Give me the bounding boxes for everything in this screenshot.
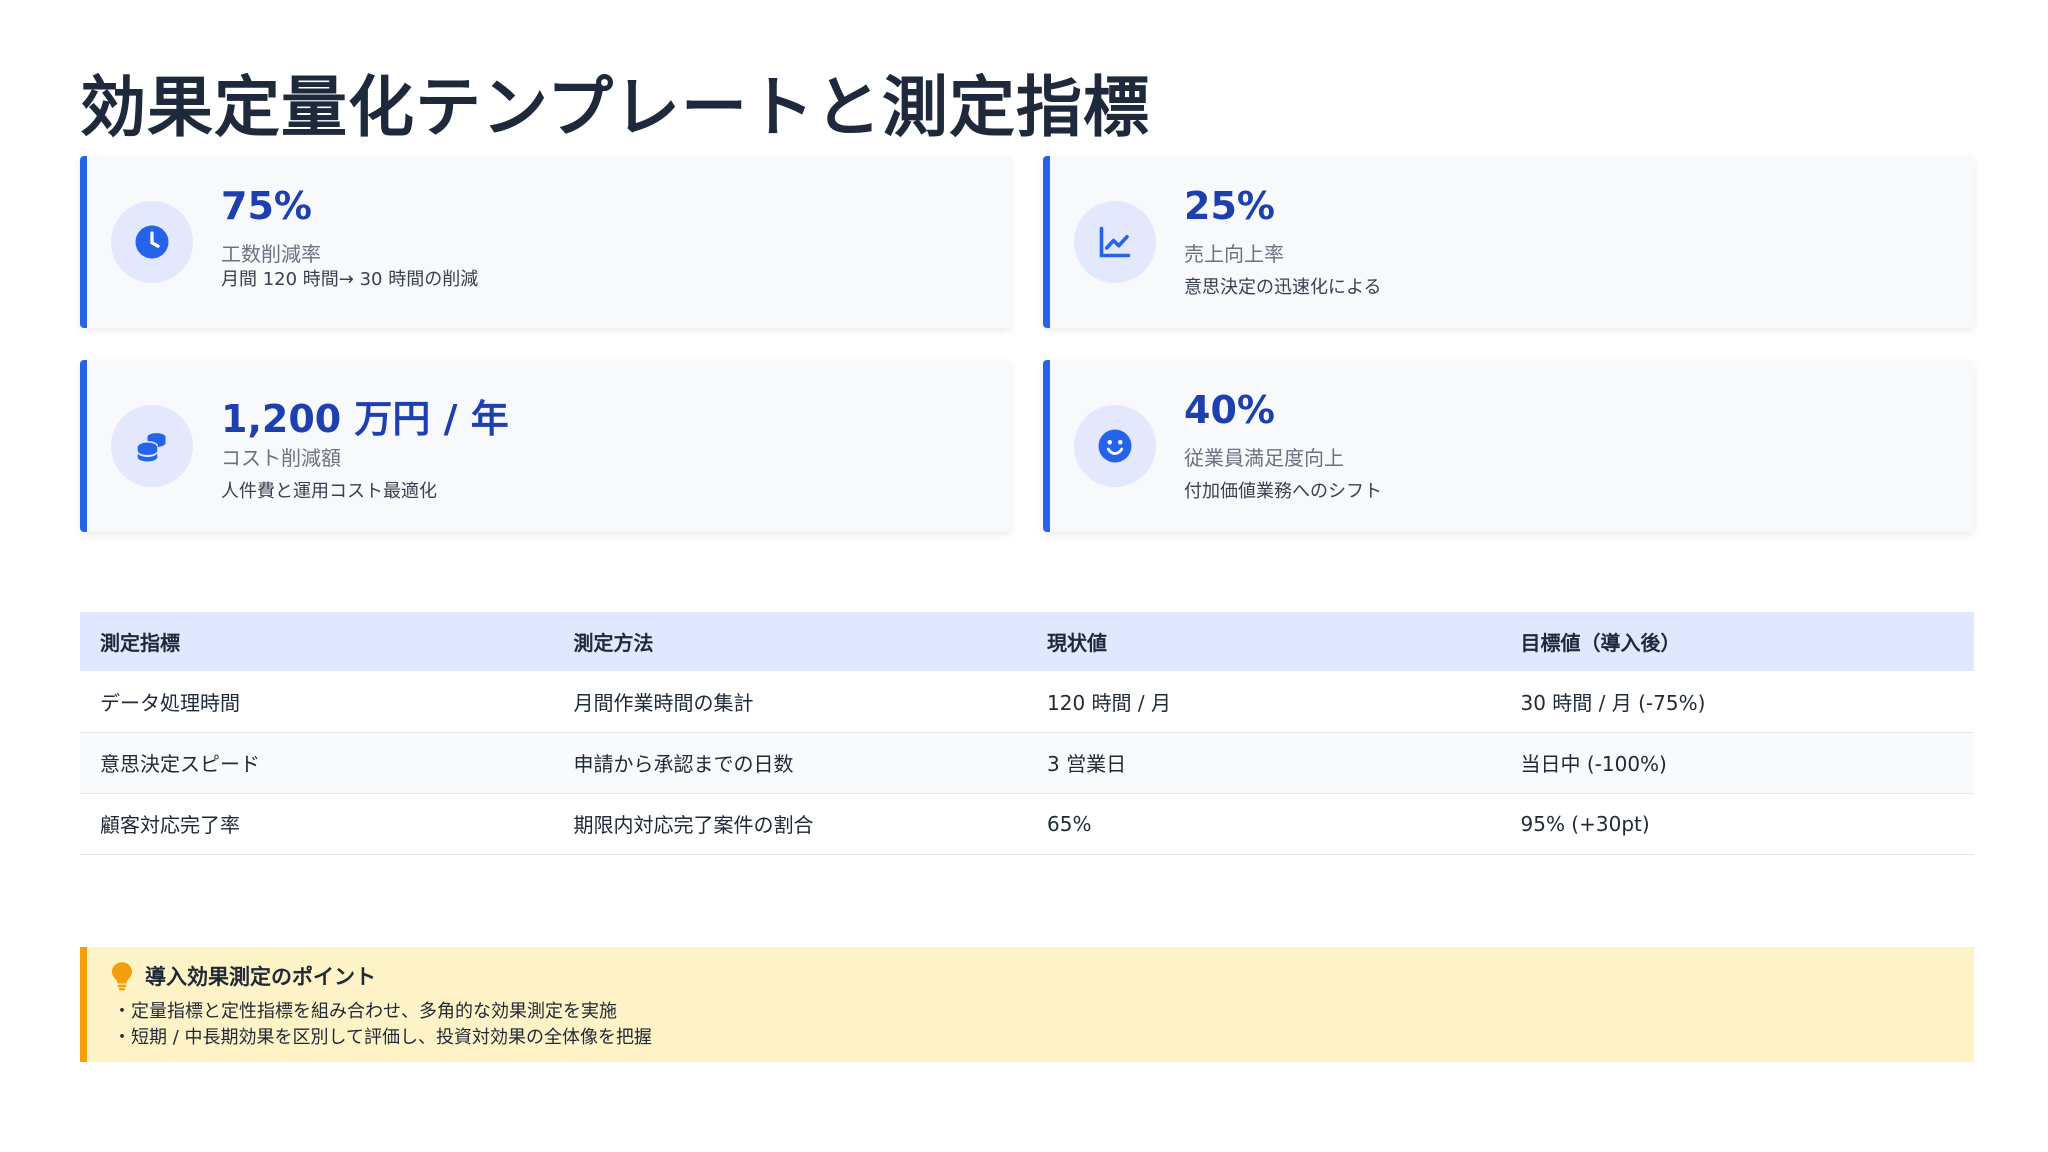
metric-description: 月間 120 時間→ 30 時間の削減: [221, 269, 479, 290]
table-cell: 意思決定スピード: [80, 732, 554, 794]
tip-header: 導入効果測定のポイント: [109, 961, 376, 991]
lightbulb-icon: [112, 962, 132, 991]
table-cell: 顧客対応完了率: [80, 793, 554, 855]
list-item: ・定量指標と定性指標を組み合わせ、多角的な効果測定を実施: [113, 1001, 617, 1022]
table-cell: データ処理時間: [80, 671, 554, 733]
metric-value: 1,200 万円 / 年: [221, 397, 509, 441]
coins-icon: [111, 405, 193, 487]
tip-title: 導入効果測定のポイント: [145, 965, 376, 989]
metric-value: 40%: [1184, 388, 1275, 432]
metric-description: 意思決定の迅速化による: [1184, 277, 1382, 298]
column-header-metric: 測定指標: [80, 612, 554, 671]
table-row: 意思決定スピード 申請から承認までの日数 3 営業日 当日中 (-100%): [80, 732, 1974, 794]
metric-card-satisfaction: 40% 従業員満足度向上 付加価値業務へのシフト: [1043, 360, 1974, 532]
tip-box: 導入効果測定のポイント ・定量指標と定性指標を組み合わせ、多角的な効果測定を実施…: [80, 947, 1974, 1062]
table-cell: 期限内対応完了案件の割合: [553, 793, 1027, 855]
slide: 効果定量化テンプレートと測定指標 75% 工数削減率 月間 120 時間→ 30…: [0, 0, 2048, 1152]
table-cell: 月間作業時間の集計: [553, 671, 1027, 733]
metric-card-cost: 1,200 万円 / 年 コスト削減額 人件費と運用コスト最適化: [80, 360, 1011, 532]
column-header-method: 測定方法: [553, 612, 1027, 671]
metric-label: 工数削減率: [221, 242, 321, 266]
table-row: データ処理時間 月間作業時間の集計 120 時間 / 月 30 時間 / 月 (…: [80, 671, 1974, 733]
table-header-row: 測定指標 測定方法 現状値 目標値（導入後）: [80, 612, 1974, 671]
metric-card-workload: 75% 工数削減率 月間 120 時間→ 30 時間の削減: [80, 156, 1011, 328]
metric-label: コスト削減額: [221, 446, 341, 470]
table-cell: 当日中 (-100%): [1500, 732, 1974, 794]
metric-value: 75%: [221, 184, 312, 228]
list-item: ・短期 / 中長期効果を区別して評価し、投資対効果の全体像を把握: [113, 1027, 652, 1048]
line-chart-icon: [1074, 201, 1156, 283]
metric-label: 売上向上率: [1184, 242, 1284, 266]
smile-icon: [1074, 405, 1156, 487]
table-row: 顧客対応完了率 期限内対応完了案件の割合 65% 95% (+30pt): [80, 793, 1974, 855]
table-cell: 3 営業日: [1027, 732, 1501, 794]
table-cell: 120 時間 / 月: [1027, 671, 1501, 733]
metrics-table: 測定指標 測定方法 現状値 目標値（導入後） データ処理時間 月間作業時間の集計…: [80, 612, 1974, 855]
column-header-current: 現状値: [1027, 612, 1501, 671]
table-cell: 95% (+30pt): [1500, 793, 1974, 855]
metric-description: 付加価値業務へのシフト: [1184, 481, 1382, 502]
metric-value: 25%: [1184, 184, 1275, 228]
tip-list: ・定量指標と定性指標を組み合わせ、多角的な効果測定を実施 ・短期 / 中長期効果…: [113, 999, 652, 1051]
table-cell: 30 時間 / 月 (-75%): [1500, 671, 1974, 733]
metric-label: 従業員満足度向上: [1184, 446, 1344, 470]
page-title: 効果定量化テンプレートと測定指標: [80, 69, 1151, 146]
metric-description: 人件費と運用コスト最適化: [221, 481, 437, 502]
table-cell: 申請から承認までの日数: [553, 732, 1027, 794]
metric-card-sales: 25% 売上向上率 意思決定の迅速化による: [1043, 156, 1974, 328]
column-header-target: 目標値（導入後）: [1500, 612, 1974, 671]
clock-icon: [111, 201, 193, 283]
table-cell: 65%: [1027, 793, 1501, 855]
